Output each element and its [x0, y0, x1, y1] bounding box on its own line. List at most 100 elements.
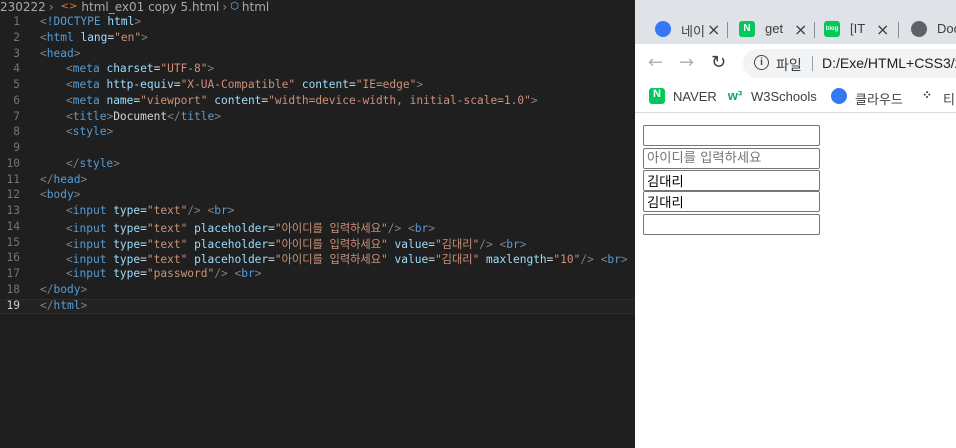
bookmark-label: W3Schools [751, 89, 817, 104]
line-number: 8 [13, 125, 20, 139]
naver-n-icon: N [649, 88, 665, 104]
close-icon[interactable]: × [794, 20, 807, 39]
code-line-active[interactable]: 19 </html> [0, 298, 635, 315]
tab-divider [898, 22, 899, 38]
tab-divider [814, 22, 815, 38]
code-line[interactable]: 14 <input type="text" placeholder="아이디를 입… [0, 220, 635, 236]
text-input-empty[interactable] [643, 125, 820, 146]
blog-icon: blog [824, 21, 840, 37]
code-line[interactable]: 11 </head> [0, 173, 635, 189]
close-icon[interactable]: × [876, 20, 889, 39]
id-input-maxlength[interactable] [643, 191, 820, 212]
line-number: 1 [13, 15, 20, 28]
address-divider [812, 56, 813, 71]
line-text: <title>Document</title> [66, 109, 221, 123]
forward-arrow-icon[interactable]: → [679, 53, 694, 73]
code-line[interactable]: 3 <head> [0, 47, 635, 63]
line-number: 17 [6, 267, 20, 280]
line-text: <style> [66, 125, 114, 139]
tab-divider [727, 22, 728, 38]
line-text: <html lang="en"> [40, 30, 148, 44]
chevron-right-icon: › [222, 0, 228, 14]
line-number: 9 [13, 141, 20, 154]
code-line[interactable]: 1 <!DOCTYPE html> [0, 15, 635, 31]
code-lines[interactable]: 1 <!DOCTYPE html> 2 <html lang="en"> 3 <hea… [0, 15, 635, 315]
element-cube-icon: ⬡ [230, 1, 239, 12]
line-text: <meta charset="UTF-8"> [66, 62, 215, 76]
tab-it-blog[interactable]: blog [IT × [824, 14, 908, 44]
password-input[interactable] [643, 214, 820, 235]
line-number: 14 [6, 219, 20, 233]
tab-document[interactable]: Doc [911, 14, 956, 44]
line-text: <input type="password"/> <br> [66, 267, 262, 280]
breadcrumb-file[interactable]: html_ex01 copy 5.html [81, 0, 219, 14]
id-input-value[interactable] [643, 170, 820, 191]
address-scheme: 파일 [776, 57, 802, 73]
bookmark-label: NAVER [673, 89, 717, 104]
line-text: </body> [40, 282, 88, 296]
globe-icon [911, 21, 927, 37]
line-number: 10 [6, 156, 20, 170]
page-viewport [635, 113, 956, 448]
close-icon[interactable]: × [707, 20, 720, 39]
breadcrumb-element[interactable]: html [242, 0, 269, 14]
bookmark-label: 티 [943, 92, 955, 107]
chevron-right-icon: › [48, 0, 54, 14]
browser-toolbar: ← → ↻ i 파일 D:/Exe/HTML+CSS3/2 [635, 44, 956, 82]
info-icon[interactable]: i [754, 55, 769, 70]
line-number: 6 [13, 93, 20, 107]
code-line[interactable]: 5 <meta http-equiv="X-UA-Compatible" cont… [0, 78, 635, 94]
line-number: 2 [13, 30, 20, 44]
code-line[interactable]: 10 </style> [0, 157, 635, 173]
line-number: 12 [6, 188, 20, 202]
line-number: 11 [6, 172, 20, 186]
dots-icon: ⁘ [921, 88, 933, 102]
breadcrumb-folder[interactable]: 230222 [0, 0, 46, 14]
line-text: <meta name="viewport" content="width=dev… [66, 93, 538, 107]
code-line[interactable]: 18 </body> [0, 283, 635, 299]
line-number: 19 [6, 298, 20, 312]
w3schools-icon: w³ [727, 88, 743, 103]
line-number: 7 [13, 109, 20, 123]
tab-naver[interactable]: 네이 × [655, 14, 751, 44]
code-line[interactable]: 12 <body> [0, 188, 635, 204]
line-text: <meta http-equiv="X-UA-Compatible" conte… [66, 78, 424, 91]
naver-n-icon: N [739, 21, 755, 37]
code-line[interactable]: 13 <input type="text"/> <br> [0, 204, 635, 220]
back-arrow-icon[interactable]: ← [648, 53, 663, 73]
line-text: <input type="text" placeholder="아이디를 입력하… [66, 253, 628, 267]
code-line[interactable]: 2 <html lang="en"> [0, 31, 635, 47]
tab-strip: 네이 × N get × blog [IT × Doc [635, 0, 956, 44]
reload-icon[interactable]: ↻ [711, 53, 726, 73]
address-bar[interactable]: i 파일 D:/Exe/HTML+CSS3/2 [743, 49, 956, 78]
bookmark-label: 클라우드 [855, 92, 903, 107]
code-line[interactable]: 16 <input type="text" placeholder="아이디를 입… [0, 251, 635, 267]
line-text: <input type="text"/> <br> [66, 204, 235, 217]
code-line[interactable]: 17 <input type="password"/> <br> [0, 267, 635, 283]
html-file-icon: <> [60, 1, 78, 12]
address-url[interactable]: D:/Exe/HTML+CSS3/2 [822, 55, 956, 71]
line-text: <!DOCTYPE html> [40, 15, 142, 28]
code-line[interactable]: 15 <input type="text" placeholder="아이디를 입… [0, 236, 635, 252]
line-number: 3 [13, 46, 20, 60]
blue-hex-icon [655, 21, 671, 37]
tab-get[interactable]: N get × [739, 14, 823, 44]
line-number: 5 [13, 78, 20, 91]
line-number: 18 [6, 282, 20, 296]
code-line[interactable]: 8 <style> [0, 125, 635, 141]
code-line[interactable]: 7 <title>Document</title> [0, 110, 635, 126]
id-input-placeholder[interactable] [643, 148, 820, 169]
line-text: </style> [66, 156, 120, 170]
breadcrumb: 230222 › <> html_ex01 copy 5.html › ⬡ html [0, 0, 635, 14]
code-line[interactable]: 4 <meta charset="UTF-8"> [0, 62, 635, 78]
line-text: <input type="text" placeholder="아이디를 입력하… [66, 221, 435, 235]
line-text: <input type="text" placeholder="아이디를 입력하… [66, 237, 527, 251]
browser-window: 네이 × N get × blog [IT × Doc ← → ↻ i 파일 D [635, 0, 956, 448]
code-line[interactable]: 6 <meta name="viewport" content="width=de… [0, 94, 635, 110]
line-text: </html> [40, 298, 88, 312]
line-text: </head> [40, 172, 88, 186]
tab-label: 네이 [681, 24, 705, 39]
code-editor[interactable]: 230222 › <> html_ex01 copy 5.html › ⬡ html 1 <!… [0, 0, 635, 448]
code-line[interactable]: 9 [0, 141, 635, 157]
line-text: <body> [40, 188, 81, 202]
